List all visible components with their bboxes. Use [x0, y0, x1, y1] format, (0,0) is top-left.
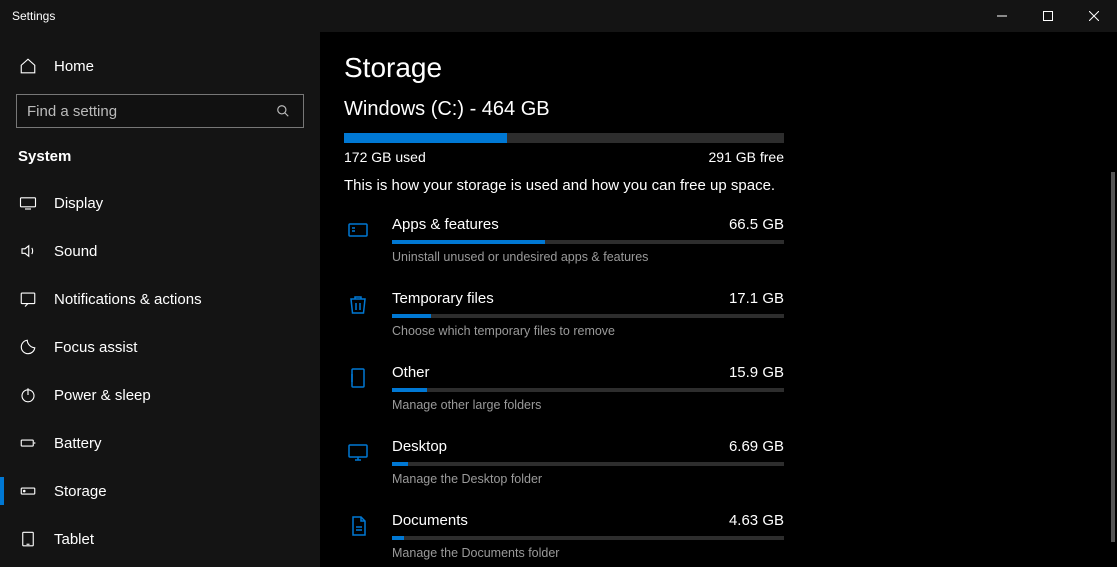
home-label: Home — [54, 58, 94, 75]
storage-icon — [18, 482, 38, 500]
trash-icon — [344, 290, 372, 338]
category-bar — [392, 462, 784, 466]
display-icon — [18, 194, 38, 212]
category-size: 15.9 GB — [729, 364, 784, 381]
sidebar-item-label: Sound — [54, 243, 97, 260]
sidebar-item-display[interactable]: Display — [0, 179, 320, 227]
sidebar-item-battery[interactable]: Battery — [0, 419, 320, 467]
storage-category[interactable]: Other 15.9 GB Manage other large folders — [344, 364, 784, 412]
close-button[interactable] — [1071, 0, 1117, 32]
category-bar-fill — [392, 462, 408, 466]
search-icon — [273, 104, 293, 118]
sidebar-item-label: Power & sleep — [54, 387, 151, 404]
category-size: 66.5 GB — [729, 216, 784, 233]
scrollbar-thumb[interactable] — [1111, 172, 1115, 542]
sidebar-item-label: Notifications & actions — [54, 291, 202, 308]
window-controls — [979, 0, 1117, 32]
sidebar-item-tablet[interactable]: Tablet — [0, 515, 320, 563]
tablet-icon — [18, 530, 38, 548]
used-label: 172 GB used — [344, 149, 426, 165]
sidebar-item-sound[interactable]: Sound — [0, 227, 320, 275]
page-title: Storage — [344, 52, 1083, 84]
category-bar-fill — [392, 240, 545, 244]
storage-category[interactable]: Temporary files 17.1 GB Choose which tempo… — [344, 290, 784, 338]
battery-icon — [18, 434, 38, 452]
sidebar-item-label: Display — [54, 195, 103, 212]
sidebar-item-focus-assist[interactable]: Focus assist — [0, 323, 320, 371]
content-area: Storage Windows (C:) - 464 GB 172 GB use… — [320, 32, 1117, 567]
category-bar-fill — [392, 314, 431, 318]
sidebar-section-label: System — [0, 128, 320, 179]
scrollbar[interactable] — [1107, 32, 1115, 567]
storage-category[interactable]: Documents 4.63 GB Manage the Documents fol… — [344, 512, 784, 560]
desktop-icon — [344, 438, 372, 486]
other-icon — [344, 364, 372, 412]
category-bar — [392, 240, 784, 244]
drive-title: Windows (C:) - 464 GB — [344, 98, 1083, 121]
category-subtitle: Choose which temporary files to remove — [392, 324, 784, 338]
titlebar: Settings — [0, 0, 1117, 32]
sidebar-nav: Display Sound Notifications & actions Fo… — [0, 179, 320, 563]
notifications-icon — [18, 290, 38, 308]
sidebar: Home System Display Sound Notification — [0, 32, 320, 567]
documents-icon — [344, 512, 372, 560]
storage-bar-fill — [344, 133, 507, 143]
category-bar-fill — [392, 536, 404, 540]
storage-category[interactable]: Apps & features 66.5 GB Uninstall unused o… — [344, 216, 784, 264]
search-field[interactable] — [27, 103, 273, 120]
category-bar — [392, 314, 784, 318]
free-label: 291 GB free — [709, 149, 785, 165]
category-name: Documents — [392, 512, 468, 529]
category-name: Other — [392, 364, 430, 381]
category-subtitle: Uninstall unused or undesired apps & fea… — [392, 250, 784, 264]
category-bar — [392, 388, 784, 392]
category-size: 17.1 GB — [729, 290, 784, 307]
maximize-button[interactable] — [1025, 0, 1071, 32]
sidebar-item-notifications[interactable]: Notifications & actions — [0, 275, 320, 323]
sound-icon — [18, 242, 38, 260]
category-name: Desktop — [392, 438, 447, 455]
power-icon — [18, 386, 38, 404]
storage-description: This is how your storage is used and how… — [344, 177, 1083, 194]
sidebar-item-power-sleep[interactable]: Power & sleep — [0, 371, 320, 419]
category-size: 6.69 GB — [729, 438, 784, 455]
category-subtitle: Manage the Documents folder — [392, 546, 784, 560]
sidebar-item-label: Battery — [54, 435, 102, 452]
home-button[interactable]: Home — [0, 46, 320, 86]
minimize-button[interactable] — [979, 0, 1025, 32]
category-subtitle: Manage other large folders — [392, 398, 784, 412]
apps-icon — [344, 216, 372, 264]
sidebar-item-storage[interactable]: Storage — [0, 467, 320, 515]
storage-bar — [344, 133, 784, 143]
storage-category[interactable]: Desktop 6.69 GB Manage the Desktop folder — [344, 438, 784, 486]
sidebar-item-label: Focus assist — [54, 339, 137, 356]
category-size: 4.63 GB — [729, 512, 784, 529]
window-title: Settings — [0, 9, 55, 23]
focus-assist-icon — [18, 338, 38, 356]
search-input[interactable] — [16, 94, 304, 128]
category-bar — [392, 536, 784, 540]
sidebar-item-label: Tablet — [54, 531, 94, 548]
sidebar-item-label: Storage — [54, 483, 107, 500]
category-bar-fill — [392, 388, 427, 392]
category-subtitle: Manage the Desktop folder — [392, 472, 784, 486]
home-icon — [18, 57, 38, 75]
category-name: Apps & features — [392, 216, 499, 233]
category-name: Temporary files — [392, 290, 494, 307]
